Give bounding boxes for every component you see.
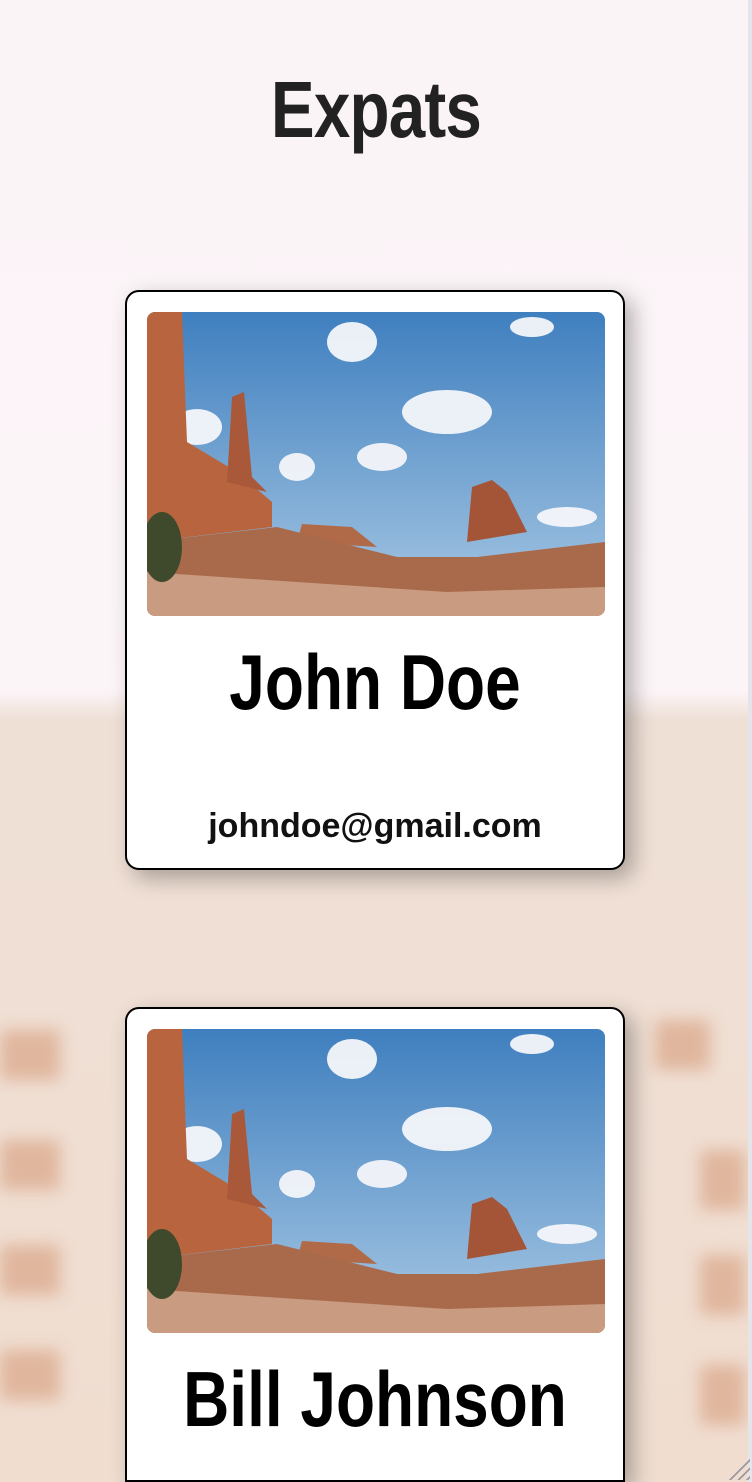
resize-grip-icon[interactable] — [728, 1458, 750, 1480]
scrollbar[interactable] — [748, 0, 752, 1482]
card-photo — [147, 1029, 605, 1333]
expat-card[interactable]: John Doe johndoe@gmail.com — [125, 290, 625, 870]
card-name: Bill Johnson — [183, 1355, 567, 1443]
page-title: Expats — [270, 65, 482, 154]
card-photo — [147, 312, 605, 616]
expat-card[interactable]: Bill Johnson — [125, 1007, 625, 1482]
card-name: John Doe — [229, 638, 521, 726]
card-email[interactable]: johndoe@gmail.com — [127, 807, 623, 846]
